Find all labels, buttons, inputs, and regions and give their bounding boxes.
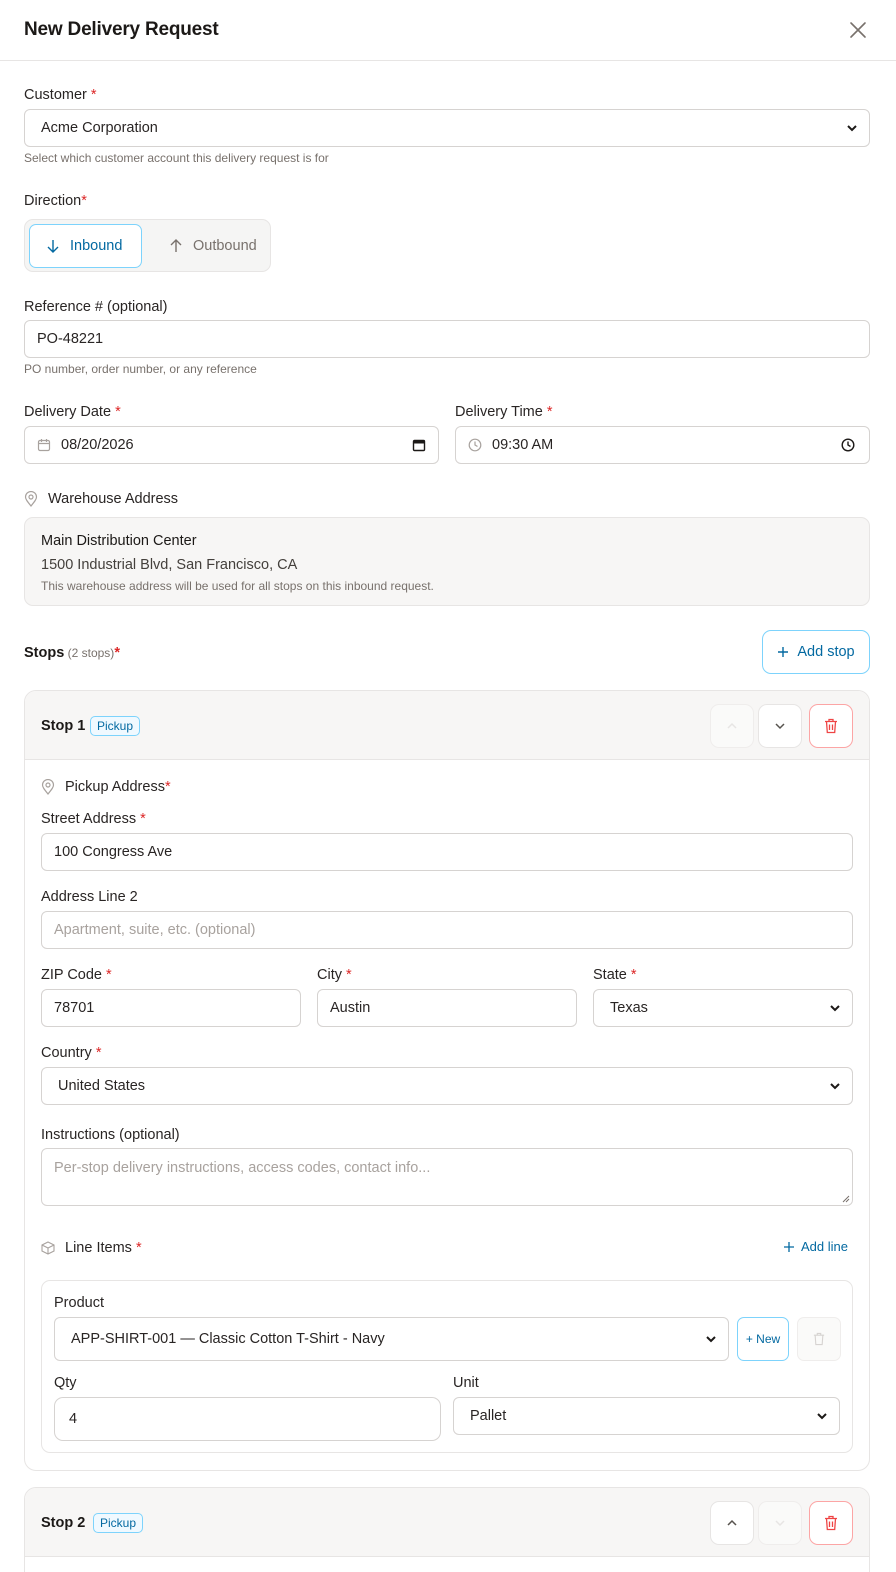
address-line2-label: Address Line 2 (41, 889, 138, 905)
dialog-header: New Delivery Request (0, 0, 896, 61)
customer-help: Select which customer account this deliv… (24, 151, 329, 165)
zip-label: ZIP Code * (41, 967, 112, 983)
warehouse-heading: Warehouse Address (24, 491, 178, 507)
new-product-button[interactable]: + New (737, 1317, 789, 1361)
stops-heading: Stops (2 stops)* (24, 645, 120, 661)
street-address-input[interactable]: 100 Congress Ave (41, 833, 853, 871)
product-select[interactable]: APP-SHIRT-001 — Classic Cotton T-Shirt -… (54, 1317, 729, 1361)
delete-stop-button[interactable] (809, 704, 853, 748)
add-stop-button[interactable]: Add stop (762, 630, 870, 674)
instructions-label: Instructions (optional) (41, 1127, 180, 1143)
arrow-down-icon (47, 240, 59, 253)
delivery-time-label: Delivery Time * (455, 404, 553, 420)
delivery-time-input[interactable]: 09:30 AM (455, 426, 870, 464)
stop-title: Stop 2 (41, 1515, 86, 1531)
chevron-down-icon (847, 125, 857, 132)
chevron-down-icon (830, 1005, 840, 1012)
zip-input[interactable]: 78701 (41, 989, 301, 1027)
map-pin-icon (24, 491, 38, 507)
chevron-up-icon (727, 1519, 737, 1526)
chevron-down-icon (706, 1336, 716, 1343)
unit-label: Unit (453, 1375, 479, 1391)
warehouse-name: Main Distribution Center (41, 533, 197, 549)
calendar-icon (37, 439, 51, 452)
stop-card-2: Stop 2 Pickup (24, 1487, 870, 1572)
chevron-up-icon (727, 722, 737, 729)
state-select[interactable]: Texas (593, 989, 853, 1027)
trash-icon (825, 718, 837, 734)
pickup-address-heading: Pickup Address* (41, 779, 171, 795)
move-down-button[interactable] (758, 1501, 802, 1545)
clock-picker-icon[interactable] (841, 438, 855, 452)
stop-type-badge: Pickup (93, 1513, 144, 1533)
reference-input[interactable]: PO-48221 (24, 320, 870, 358)
country-select[interactable]: United States (41, 1067, 853, 1105)
stop-type-badge: Pickup (90, 716, 141, 736)
customer-label: Customer * (24, 87, 97, 103)
line-item-card: Product APP-SHIRT-001 — Classic Cotton T… (41, 1280, 853, 1453)
stop-header: Stop 2 Pickup (25, 1488, 869, 1557)
chevron-down-icon (830, 1083, 840, 1090)
outbound-button[interactable]: Outbound (153, 224, 268, 268)
resize-handle-icon[interactable] (841, 1194, 850, 1203)
direction-toggle: Inbound Outbound (24, 219, 271, 272)
direction-label: Direction* (24, 193, 87, 209)
stop-header: Stop 1 Pickup (25, 691, 869, 760)
customer-value: Acme Corporation (41, 120, 158, 136)
chevron-down-icon (817, 1413, 827, 1420)
state-label: State * (593, 967, 637, 983)
instructions-textarea[interactable]: Per-stop delivery instructions, access c… (41, 1148, 853, 1206)
move-up-button[interactable] (710, 1501, 754, 1545)
delete-stop-button[interactable] (809, 1501, 853, 1545)
stop-card-1: Stop 1 Pickup Pickup Address* Street Add… (24, 690, 870, 1471)
chevron-down-icon (775, 723, 785, 730)
dialog-title: New Delivery Request (24, 19, 219, 40)
trash-icon (825, 1515, 837, 1531)
trash-icon (813, 1332, 825, 1346)
address-line2-input[interactable]: Apartment, suite, etc. (optional) (41, 911, 853, 949)
qty-label: Qty (54, 1375, 77, 1391)
inbound-button[interactable]: Inbound (29, 224, 142, 268)
move-up-button[interactable] (710, 704, 754, 748)
calendar-picker-icon[interactable] (412, 438, 426, 452)
city-label: City * (317, 967, 352, 983)
plus-icon (784, 1241, 794, 1252)
delivery-date-label: Delivery Date * (24, 404, 121, 420)
add-line-button[interactable]: Add line (783, 1239, 848, 1254)
package-icon (41, 1241, 55, 1255)
customer-select[interactable]: Acme Corporation (24, 109, 870, 147)
city-input[interactable]: Austin (317, 989, 577, 1027)
arrow-up-icon (170, 239, 182, 252)
chevron-down-icon (775, 1520, 785, 1527)
qty-input[interactable]: 4 (54, 1397, 441, 1441)
reference-label: Reference # (optional) (24, 299, 168, 315)
clock-icon (468, 438, 482, 452)
plus-icon (778, 647, 789, 657)
street-label: Street Address * (41, 811, 146, 827)
product-label: Product (54, 1295, 104, 1311)
unit-select[interactable]: Pallet (453, 1397, 840, 1435)
reference-help: PO number, order number, or any referenc… (24, 362, 257, 376)
delivery-date-input[interactable]: 08/20/2026 (24, 426, 439, 464)
map-pin-icon (41, 779, 55, 795)
warehouse-note: This warehouse address will be used for … (41, 579, 434, 593)
stop-title: Stop 1 (41, 718, 86, 734)
warehouse-address-box: Main Distribution Center 1500 Industrial… (24, 517, 870, 606)
delete-line-button[interactable] (797, 1317, 841, 1361)
country-label: Country * (41, 1045, 102, 1061)
close-icon[interactable] (846, 18, 870, 42)
warehouse-address: 1500 Industrial Blvd, San Francisco, CA (41, 557, 298, 573)
move-down-button[interactable] (758, 704, 802, 748)
line-items-heading: Line Items * (41, 1240, 142, 1256)
